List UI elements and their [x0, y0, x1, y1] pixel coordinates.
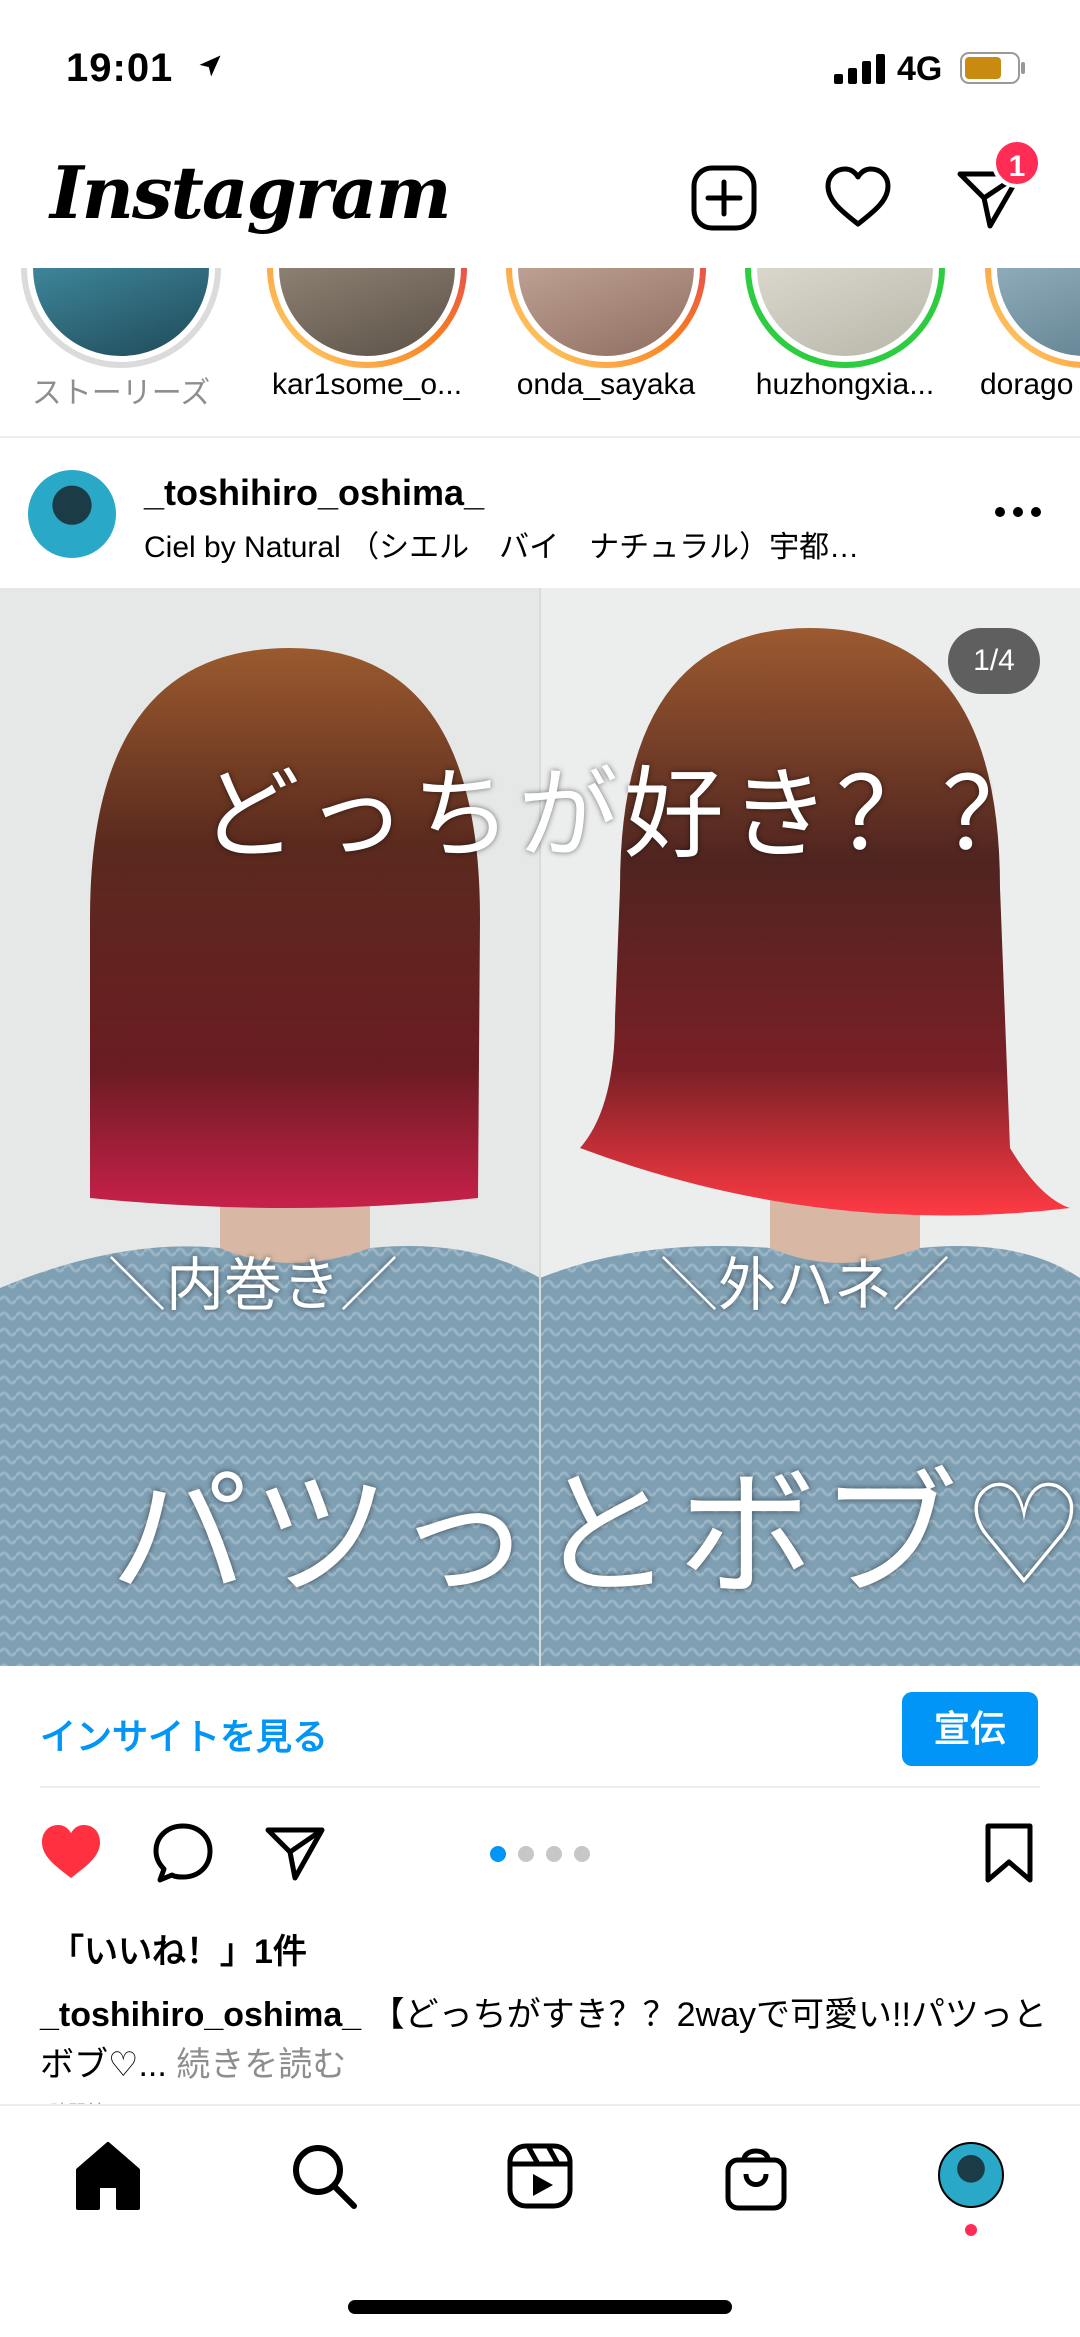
post-header: _toshihiro_oshima_ Ciel by Natural （シエル …: [0, 440, 1080, 588]
carousel-dot: [518, 1846, 534, 1862]
story-item[interactable]: onda_sayaka: [501, 268, 711, 436]
carousel-dot: [490, 1846, 506, 1862]
story-ring: [506, 268, 706, 368]
instagram-app: 19:01 4G Instagram 1 ストーリーズ kar1some_o..…: [0, 0, 1080, 2337]
caption-username[interactable]: _toshihiro_oshima_: [40, 1996, 361, 2034]
story-label: kar1some_o...: [271, 368, 463, 401]
heart-filled-icon: [42, 1825, 100, 1878]
insight-row: インサイトを見る 宣伝: [0, 1666, 1080, 1788]
post-location[interactable]: Ciel by Natural （シエル バイ ナチュラル）宇都…: [144, 522, 934, 566]
network-label: 4G: [897, 50, 943, 88]
story-label: huzhongxia...: [755, 368, 935, 401]
comment-icon: [153, 1823, 213, 1883]
story-label: ストーリーズ: [31, 377, 211, 410]
post-actions: [0, 1796, 1080, 1912]
read-more-link[interactable]: 続きを読む: [176, 2046, 346, 2084]
story-item-own[interactable]: ストーリーズ: [16, 268, 226, 436]
nav-home[interactable]: [68, 2136, 148, 2216]
promote-button[interactable]: 宣伝: [902, 1692, 1038, 1766]
location-arrow-icon: [199, 55, 221, 77]
overlay-right-label: ＼外ハネ／: [660, 1253, 951, 1318]
bottom-nav: [0, 2104, 1080, 2337]
post-image[interactable]: 1/4 どっちが好き？？ ＼内巻き／ ＼外ハネ／ パツっとボブ♡: [0, 588, 1080, 1666]
view-insights-link[interactable]: インサイトを見る: [40, 1708, 328, 1760]
story-label: dorago: [980, 368, 1074, 401]
stories-tray: ストーリーズ kar1some_o... onda_sayaka huzhong…: [0, 268, 1080, 436]
home-icon: [76, 2142, 140, 2210]
signal-icon: [834, 54, 885, 84]
comment-button[interactable]: [150, 1820, 216, 1886]
plus-square-icon: [691, 165, 757, 231]
more-options-icon[interactable]: [990, 498, 1046, 526]
home-indicator[interactable]: [348, 2300, 732, 2314]
instagram-logo[interactable]: Instagram: [50, 150, 452, 235]
carousel-counter: 1/4: [948, 628, 1040, 694]
divider: [40, 1786, 1040, 1788]
story-item[interactable]: huzhongxia...: [740, 268, 950, 436]
notification-dot: [965, 2224, 977, 2236]
story-ring: [267, 268, 467, 368]
likes-count[interactable]: 「いいね！」1件: [50, 1924, 307, 1973]
search-icon: [293, 2145, 357, 2209]
app-header: Instagram: [0, 130, 1080, 270]
divider: [0, 436, 1080, 438]
post-username[interactable]: _toshihiro_oshima_: [144, 472, 484, 514]
story-ring: [21, 268, 221, 368]
avatar[interactable]: [28, 470, 116, 558]
story-ring: [985, 268, 1080, 368]
like-button[interactable]: [38, 1820, 104, 1886]
story-item[interactable]: kar1some_o...: [262, 268, 472, 436]
bookmark-icon: [985, 1823, 1033, 1883]
share-button[interactable]: [262, 1820, 328, 1886]
nav-reels[interactable]: [500, 2136, 580, 2216]
heart-icon: [825, 166, 891, 227]
carousel-dot: [546, 1846, 562, 1862]
story-label: onda_sayaka: [516, 368, 696, 401]
activity-button[interactable]: [820, 160, 896, 236]
nav-shop[interactable]: [716, 2136, 796, 2216]
status-time: 19:01: [66, 46, 174, 90]
shopping-bag-icon: [725, 2148, 787, 2211]
post-caption: _toshihiro_oshima_ 【どっちがすき？？2wayで可愛い!!パツ…: [40, 1990, 1050, 2090]
overlay-main-title: パツっとボブ♡: [110, 1459, 1080, 1613]
save-button[interactable]: [976, 1820, 1042, 1886]
carousel-indicator: [490, 1846, 602, 1862]
battery-icon: [960, 52, 1025, 84]
story-ring: [745, 268, 945, 368]
story-item[interactable]: dorago: [980, 268, 1080, 436]
status-bar: 19:01 4G: [0, 0, 1080, 130]
reels-icon: [507, 2143, 573, 2209]
new-post-button[interactable]: [686, 160, 762, 236]
nav-search[interactable]: [284, 2136, 364, 2216]
paper-plane-icon: [265, 1827, 325, 1881]
overlay-question: どっちが好き？？: [200, 759, 1048, 871]
overlay-left-label: ＼内巻き／: [108, 1253, 399, 1318]
dm-badge: 1: [992, 138, 1042, 188]
carousel-dot: [574, 1846, 590, 1862]
nav-profile-avatar[interactable]: [938, 2142, 1004, 2208]
